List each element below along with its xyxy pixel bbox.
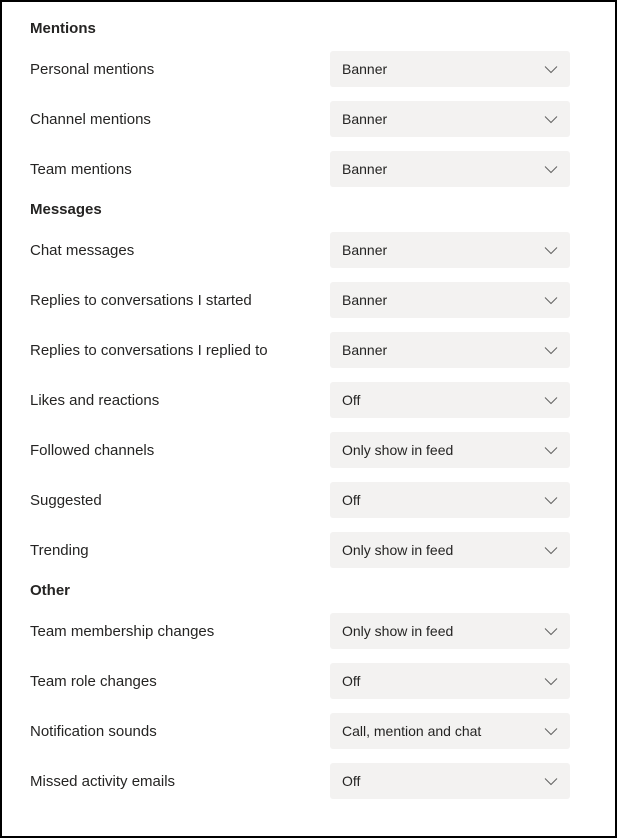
dropdown-followed-channels[interactable]: Only show in feed — [330, 432, 570, 468]
setting-label-team-membership-changes: Team membership changes — [30, 623, 330, 640]
chevron-down-icon — [544, 543, 558, 557]
dropdown-value-trending: Only show in feed — [342, 542, 453, 558]
chevron-down-icon — [544, 393, 558, 407]
setting-row-personal-mentions: Personal mentions Banner — [30, 51, 587, 87]
dropdown-team-membership-changes[interactable]: Only show in feed — [330, 613, 570, 649]
chevron-down-icon — [544, 624, 558, 638]
dropdown-value-chat-messages: Banner — [342, 242, 387, 258]
dropdown-chat-messages[interactable]: Banner — [330, 232, 570, 268]
setting-row-notification-sounds: Notification sounds Call, mention and cha… — [30, 713, 587, 749]
dropdown-notification-sounds[interactable]: Call, mention and chat — [330, 713, 570, 749]
chevron-down-icon — [544, 674, 558, 688]
setting-row-channel-mentions: Channel mentions Banner — [30, 101, 587, 137]
chevron-down-icon — [544, 62, 558, 76]
setting-label-notification-sounds: Notification sounds — [30, 723, 330, 740]
section-title-messages: Messages — [30, 201, 587, 218]
dropdown-value-team-mentions: Banner — [342, 161, 387, 177]
setting-row-suggested: Suggested Off — [30, 482, 587, 518]
section-messages: MessagesChat messagesBannerReplies to co… — [30, 201, 587, 568]
dropdown-value-suggested: Off — [342, 492, 360, 508]
dropdown-personal-mentions[interactable]: Banner — [330, 51, 570, 87]
setting-row-team-mentions: Team mentions Banner — [30, 151, 587, 187]
dropdown-value-replies-replied: Banner — [342, 342, 387, 358]
setting-label-team-role-changes: Team role changes — [30, 673, 330, 690]
setting-row-trending: Trending Only show in feed — [30, 532, 587, 568]
setting-label-missed-activity-emails: Missed activity emails — [30, 773, 330, 790]
setting-row-team-role-changes: Team role changes Off — [30, 663, 587, 699]
setting-row-replies-replied: Replies to conversations I replied to Ban… — [30, 332, 587, 368]
section-title-other: Other — [30, 582, 587, 599]
chevron-down-icon — [544, 493, 558, 507]
chevron-down-icon — [544, 774, 558, 788]
notification-settings: MentionsPersonal mentionsBannerChannel m… — [30, 20, 587, 799]
dropdown-value-missed-activity-emails: Off — [342, 773, 360, 789]
dropdown-value-notification-sounds: Call, mention and chat — [342, 723, 481, 739]
setting-row-followed-channels: Followed channels Only show in feed — [30, 432, 587, 468]
dropdown-value-personal-mentions: Banner — [342, 61, 387, 77]
dropdown-value-followed-channels: Only show in feed — [342, 442, 453, 458]
dropdown-likes-reactions[interactable]: Off — [330, 382, 570, 418]
setting-label-trending: Trending — [30, 542, 330, 559]
dropdown-value-team-role-changes: Off — [342, 673, 360, 689]
chevron-down-icon — [544, 443, 558, 457]
setting-label-likes-reactions: Likes and reactions — [30, 392, 330, 409]
chevron-down-icon — [544, 243, 558, 257]
dropdown-trending[interactable]: Only show in feed — [330, 532, 570, 568]
dropdown-value-likes-reactions: Off — [342, 392, 360, 408]
setting-row-likes-reactions: Likes and reactions Off — [30, 382, 587, 418]
setting-label-personal-mentions: Personal mentions — [30, 61, 330, 78]
setting-row-missed-activity-emails: Missed activity emails Off — [30, 763, 587, 799]
setting-label-replies-replied: Replies to conversations I replied to — [30, 342, 330, 359]
setting-row-team-membership-changes: Team membership changes Only show in feed — [30, 613, 587, 649]
dropdown-team-role-changes[interactable]: Off — [330, 663, 570, 699]
chevron-down-icon — [544, 724, 558, 738]
chevron-down-icon — [544, 112, 558, 126]
setting-row-replies-started: Replies to conversations I started Banner — [30, 282, 587, 318]
dropdown-value-team-membership-changes: Only show in feed — [342, 623, 453, 639]
section-mentions: MentionsPersonal mentionsBannerChannel m… — [30, 20, 587, 187]
section-other: Other Team membership changes Only show in… — [30, 582, 587, 799]
chevron-down-icon — [544, 343, 558, 357]
dropdown-team-mentions[interactable]: Banner — [330, 151, 570, 187]
dropdown-value-replies-started: Banner — [342, 292, 387, 308]
setting-label-chat-messages: Chat messages — [30, 242, 330, 259]
setting-row-chat-messages: Chat messages Banner — [30, 232, 587, 268]
setting-label-suggested: Suggested — [30, 492, 330, 509]
setting-label-replies-started: Replies to conversations I started — [30, 292, 330, 309]
dropdown-suggested[interactable]: Off — [330, 482, 570, 518]
dropdown-value-channel-mentions: Banner — [342, 111, 387, 127]
chevron-down-icon — [544, 293, 558, 307]
section-title-mentions: Mentions — [30, 20, 587, 37]
dropdown-replies-started[interactable]: Banner — [330, 282, 570, 318]
dropdown-replies-replied[interactable]: Banner — [330, 332, 570, 368]
chevron-down-icon — [544, 162, 558, 176]
setting-label-channel-mentions: Channel mentions — [30, 111, 330, 128]
dropdown-missed-activity-emails[interactable]: Off — [330, 763, 570, 799]
dropdown-channel-mentions[interactable]: Banner — [330, 101, 570, 137]
setting-label-team-mentions: Team mentions — [30, 161, 330, 178]
setting-label-followed-channels: Followed channels — [30, 442, 330, 459]
